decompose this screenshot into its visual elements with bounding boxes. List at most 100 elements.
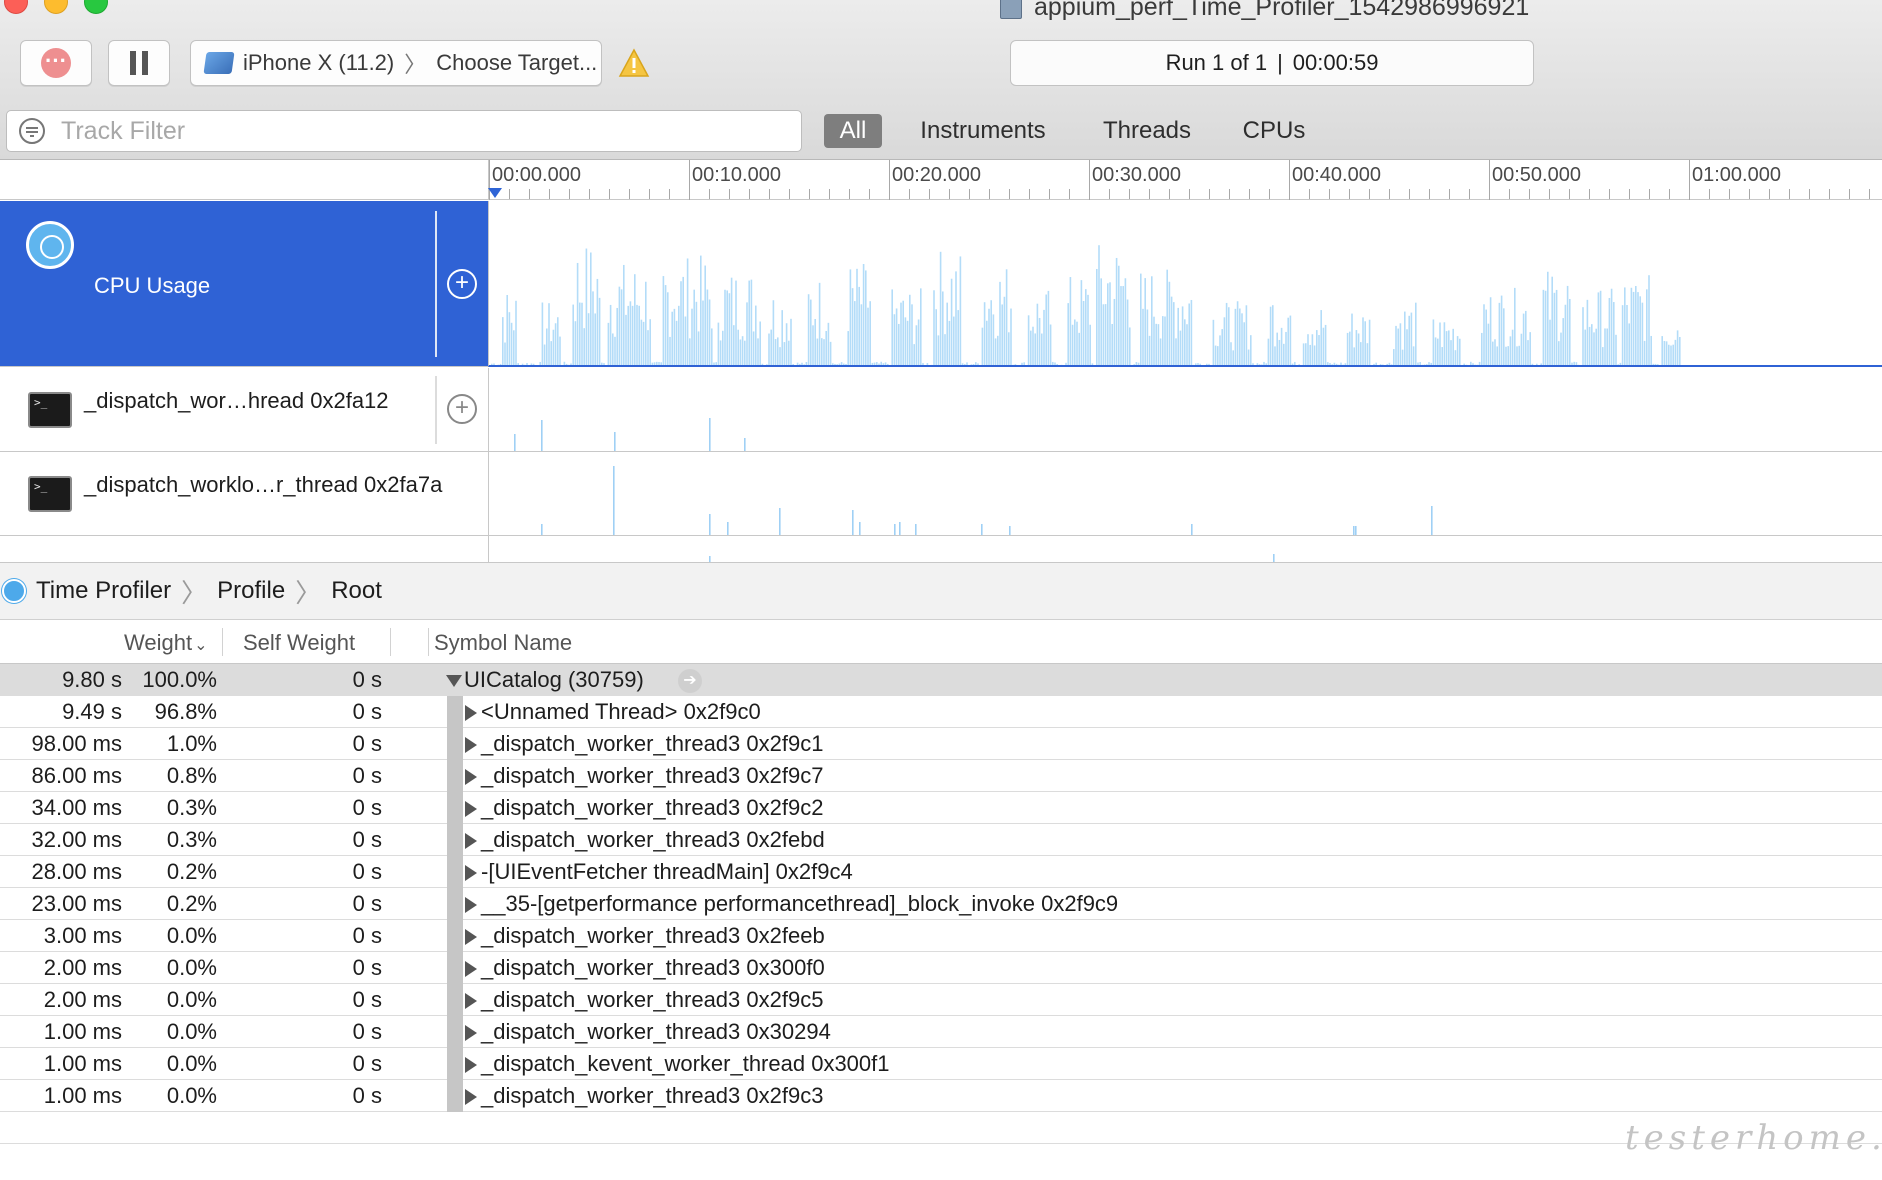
disclosure-collapsed-icon[interactable]: [465, 705, 477, 721]
table-row[interactable]: 2.00 ms 0.0% 0 s _dispatch_worker_thread…: [0, 952, 1882, 984]
cpu-usage-bars: [491, 245, 1681, 365]
run-label: Run 1 of 1: [1165, 50, 1268, 75]
activity-bar: [1252, 363, 1254, 365]
add-track-button[interactable]: +: [447, 269, 477, 299]
breadcrumb-root[interactable]: Root: [331, 577, 382, 605]
table-row[interactable]: 3.00 ms 0.0% 0 s _dispatch_worker_thread…: [0, 920, 1882, 952]
warning-icon[interactable]: [618, 48, 650, 78]
track-filter-input[interactable]: [61, 116, 761, 146]
activity-bar: [816, 338, 819, 365]
scope-cpus[interactable]: CPUs: [1232, 114, 1316, 148]
activity-bar: [1067, 303, 1069, 365]
activity-bar: [1415, 302, 1417, 365]
breadcrumb-profile[interactable]: Profile: [217, 577, 285, 605]
table-row[interactable]: 23.00 ms 0.2% 0 s __35-[getperformance p…: [0, 888, 1882, 920]
timeline-ruler[interactable]: 00:00.000 00:10.000 00:20.000 00:30.000 …: [488, 160, 1882, 200]
table-row[interactable]: 9.80 s 100.0% 0 s UICatalog (30759) ➔: [0, 664, 1882, 696]
activity-bar: [1626, 304, 1628, 365]
table-row[interactable]: 2.00 ms 0.0% 0 s _dispatch_worker_thread…: [0, 984, 1882, 1016]
ruler-minor-tick: [1369, 189, 1370, 199]
activity-bar: [1197, 363, 1199, 365]
activity-bar: [1571, 362, 1573, 365]
stop-recording-button[interactable]: [20, 40, 92, 86]
activity-bar: [1531, 363, 1534, 365]
add-track-button[interactable]: +: [447, 394, 477, 424]
activity-bar: [649, 319, 651, 365]
activity-bar: [1544, 290, 1547, 365]
disclosure-collapsed-icon[interactable]: [465, 1057, 477, 1073]
weight-value: 86.00 ms: [31, 763, 123, 788]
ruler-minor-tick: [1569, 189, 1570, 199]
disclosure-collapsed-icon[interactable]: [465, 1025, 477, 1041]
disclosure-collapsed-icon[interactable]: [465, 801, 477, 817]
table-row[interactable]: 34.00 ms 0.3% 0 s _dispatch_worker_threa…: [0, 792, 1882, 824]
disclosure-collapsed-icon[interactable]: [465, 897, 477, 913]
table-row[interactable]: 98.00 ms 1.0% 0 s _dispatch_worker_threa…: [0, 728, 1882, 760]
track-filter-field[interactable]: [6, 110, 802, 152]
disclosure-collapsed-icon[interactable]: [465, 737, 477, 753]
activity-bar: [1386, 363, 1388, 365]
activity-bar: [697, 331, 700, 365]
disclosure-collapsed-icon[interactable]: [465, 1089, 477, 1105]
activity-bar: [779, 347, 781, 365]
disclosure-collapsed-icon[interactable]: [465, 833, 477, 849]
disclosure-collapsed-icon[interactable]: [465, 993, 477, 1009]
disclosure-expanded-icon[interactable]: [446, 675, 462, 687]
activity-bar: [891, 289, 893, 365]
thread-0x2fa7a-graph[interactable]: [488, 452, 1882, 536]
table-row[interactable]: 1.00 ms 0.0% 0 s _dispatch_worker_thread…: [0, 1080, 1882, 1112]
track-partial-graph[interactable]: [488, 536, 1882, 562]
activity-bar: [1278, 339, 1281, 365]
close-window-button[interactable]: [4, 0, 28, 14]
disclosure-collapsed-icon[interactable]: [465, 929, 477, 945]
activity-bar: [899, 522, 901, 535]
disclosure-collapsed-icon[interactable]: [465, 961, 477, 977]
activity-bar: [1474, 364, 1476, 365]
ruler-minor-tick: [509, 189, 510, 199]
disclosure-collapsed-icon[interactable]: [465, 865, 477, 881]
pause-button[interactable]: [108, 40, 170, 86]
activity-bar: [1195, 363, 1197, 365]
table-row[interactable]: 86.00 ms 0.8% 0 s _dispatch_worker_threa…: [0, 760, 1882, 792]
track-cpu-usage[interactable]: CPU Usage +: [0, 201, 488, 367]
thread-0x2fa12-graph[interactable]: [488, 368, 1882, 452]
scope-threads[interactable]: Threads: [1090, 114, 1204, 148]
activity-bar: [838, 363, 841, 365]
scope-instruments[interactable]: Instruments: [904, 114, 1062, 148]
scope-all[interactable]: All: [824, 114, 882, 148]
column-weight[interactable]: Weight ⌄: [124, 630, 207, 656]
table-row[interactable]: 28.00 ms 0.2% 0 s -[UIEventFetcher threa…: [0, 856, 1882, 888]
activity-bar: [1223, 317, 1226, 365]
table-row[interactable]: 32.00 ms 0.3% 0 s _dispatch_worker_threa…: [0, 824, 1882, 856]
zoom-window-button[interactable]: [84, 0, 108, 14]
playhead-marker[interactable]: [488, 188, 502, 198]
symbol-name: _dispatch_worker_thread3 0x300f0: [481, 955, 825, 980]
table-row[interactable]: 1.00 ms 0.0% 0 s _dispatch_worker_thread…: [0, 1016, 1882, 1048]
target-selector[interactable]: iPhone X (11.2) 〉 Choose Target...: [190, 40, 602, 86]
table-row[interactable]: 1.00 ms 0.0% 0 s _dispatch_kevent_worker…: [0, 1048, 1882, 1080]
breadcrumb-time-profiler[interactable]: Time Profiler: [36, 577, 171, 605]
column-self-weight[interactable]: Self Weight: [243, 630, 355, 656]
activity-bar: [1643, 340, 1646, 365]
activity-bar: [1214, 345, 1217, 365]
track-partial[interactable]: [0, 536, 488, 562]
activity-bar: [658, 362, 660, 365]
activity-bar: [902, 300, 904, 365]
activity-bar: [1637, 292, 1639, 365]
weight-value: 2.00 ms: [43, 987, 122, 1012]
run-status[interactable]: Run 1 of 1 | 00:00:59: [1010, 40, 1534, 86]
minimize-window-button[interactable]: [44, 0, 68, 14]
self-weight-value: 0 s: [352, 923, 382, 948]
disclosure-collapsed-icon[interactable]: [465, 769, 477, 785]
tick-label: 00:50.000: [1492, 164, 1581, 186]
activity-bar: [1395, 325, 1397, 365]
indent-guide: [447, 728, 463, 760]
table-row[interactable]: 9.49 s 96.8% 0 s <Unnamed Thread> 0x2f9c…: [0, 696, 1882, 728]
cpu-usage-graph[interactable]: [488, 201, 1882, 367]
track-thread-0x2fa12[interactable]: >_ _dispatch_wor…hread 0x2fa12 +: [0, 368, 488, 452]
track-thread-0x2fa7a[interactable]: >_ _dispatch_worklo…r_thread 0x2fa7a: [0, 452, 488, 536]
focus-arrow-icon[interactable]: ➔: [678, 669, 702, 693]
activity-bar: [931, 364, 933, 365]
column-symbol-name[interactable]: Symbol Name: [434, 630, 572, 656]
activity-bar: [805, 361, 808, 365]
